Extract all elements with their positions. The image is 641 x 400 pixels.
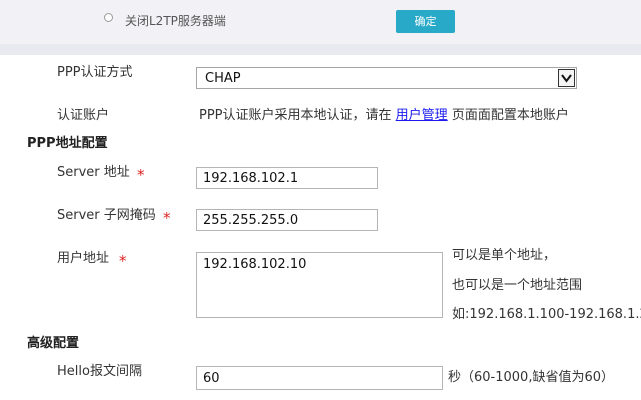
hello-interval-label: Hello报文间隔 <box>57 364 142 379</box>
subnet-mask-input[interactable] <box>196 209 378 231</box>
server-address-label: Server 地址 <box>57 165 130 180</box>
subnet-mask-label: Server 子网掩码 <box>57 208 156 223</box>
ppp-address-section-title: PPP地址配置 <box>27 136 108 151</box>
user-address-hint-single: 可以是单个地址， <box>452 248 557 263</box>
section-separator <box>0 44 641 55</box>
user-address-label: 用户地址 <box>57 251 110 266</box>
user-address-textarea[interactable]: 192.168.102.10 <box>196 252 443 318</box>
required-mark: * <box>119 252 127 270</box>
user-management-link[interactable]: 用户管理 <box>396 108 448 123</box>
advanced-section-title: 高级配置 <box>27 336 80 351</box>
user-address-hint-range: 也可以是一个地址范围 <box>452 278 583 293</box>
auth-account-label: 认证账户 <box>57 108 110 123</box>
top-action-bar <box>0 0 641 44</box>
ppp-auth-select[interactable]: CHAP <box>196 67 577 89</box>
close-l2tp-radio[interactable] <box>104 13 113 22</box>
auth-account-text: PPP认证账户采用本地认证，请在 用户管理 页面面配置本地账户 <box>199 107 569 125</box>
hello-interval-hint: 秒（60-1000,缺省值为60） <box>448 370 614 385</box>
hello-interval-input[interactable] <box>196 366 443 390</box>
server-address-input[interactable] <box>196 167 378 189</box>
auth-account-prefix: PPP认证账户采用本地认证，请在 <box>199 108 392 123</box>
ppp-auth-label: PPP认证方式 <box>57 65 133 80</box>
user-address-hint-example: 如:192.168.1.100-192.168.1.200 <box>452 307 641 322</box>
required-mark: * <box>137 166 145 184</box>
close-l2tp-label: 关闭L2TP服务器端 <box>125 14 226 28</box>
required-mark: * <box>163 209 171 227</box>
ppp-auth-selected-value: CHAP <box>205 71 241 86</box>
auth-account-suffix: 页面面配置本地账户 <box>451 108 569 123</box>
confirm-button[interactable]: 确定 <box>396 10 455 33</box>
chevron-down-icon[interactable] <box>558 69 575 87</box>
